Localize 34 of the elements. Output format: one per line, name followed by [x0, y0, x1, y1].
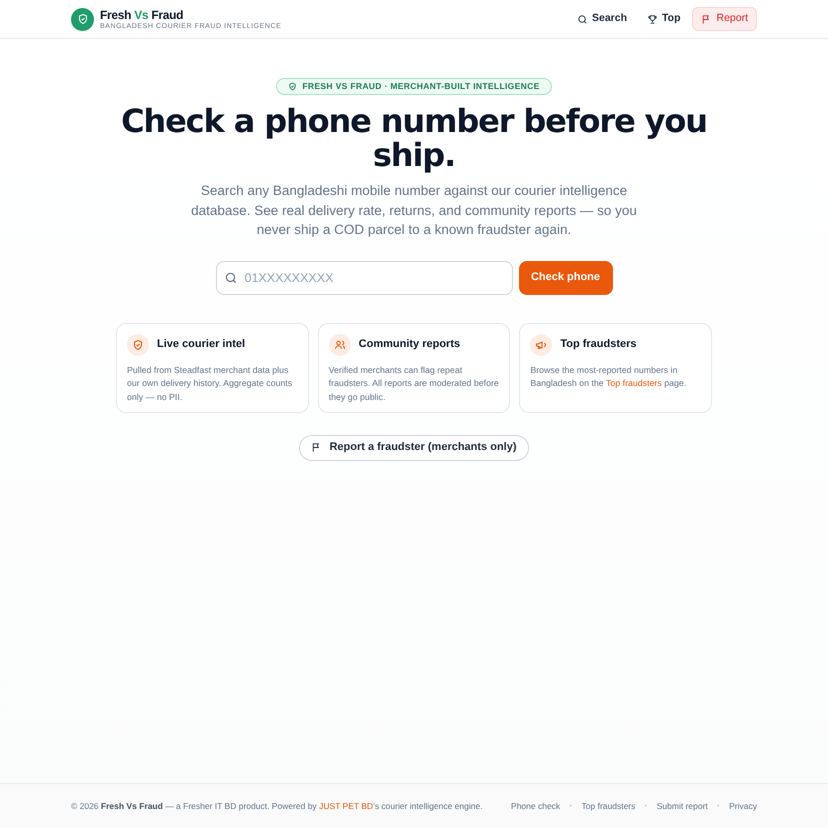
- card-description: Pulled from Steadfast merchant data plus our own delivery history. Aggregate counts only — no PII.: [127, 364, 294, 404]
- hero-subtitle: Search any Bangladeshi mobile number against our courier intelligence database. See real delivery rate, returns, and community reports — so you never ship a COD parcel to a known fraudster again.: [190, 182, 638, 239]
- hero-title: Check a phone number before you ship.: [120, 104, 708, 172]
- footer-link[interactable]: Phone check: [511, 800, 560, 812]
- people-icon: [328, 334, 351, 356]
- brand-name: Fresh Vs Fraud: [100, 8, 184, 20]
- search-icon: [224, 270, 238, 284]
- card-title: Top fraudsters: [560, 337, 637, 352]
- search-icon: [576, 14, 588, 24]
- copyright-text: © 2026 Fresh Vs Fraud — a Fresher IT BD product. Powered by JUST PET BD’s courier intelligence engine.: [71, 800, 483, 812]
- powered-by-link[interactable]: JUST PET BD: [319, 800, 374, 811]
- shield-logo-icon: [71, 8, 94, 30]
- trophy-icon: [647, 14, 658, 24]
- card-title: Live courier intel: [157, 337, 246, 352]
- separator-dot: ·: [644, 800, 648, 814]
- phone-search-field[interactable]: 01XXXXXXXXX: [216, 260, 512, 294]
- report-fraudster-button[interactable]: Report a fraudster (merchants only): [299, 434, 529, 460]
- footer-link[interactable]: Privacy: [729, 800, 757, 812]
- card-title: Community reports: [358, 337, 460, 352]
- footer-link[interactable]: Top fraudsters: [582, 800, 636, 812]
- top-fraudsters-link[interactable]: Top fraudsters: [606, 378, 662, 388]
- top-link[interactable]: Top: [639, 7, 688, 31]
- megaphone-icon: [530, 334, 552, 356]
- separator-dot: ·: [569, 800, 573, 814]
- card-description: Browse the most-reported numbers in Bangladesh on the Top fraudsters page.: [530, 364, 688, 390]
- shield-icon: [127, 334, 149, 356]
- separator-dot: ·: [716, 800, 720, 814]
- shield-icon: [288, 82, 298, 91]
- report-link[interactable]: Report: [692, 7, 757, 31]
- check-phone-button[interactable]: Check phone: [518, 260, 612, 294]
- footer-link[interactable]: Submit report: [656, 800, 708, 812]
- search-link[interactable]: Search: [568, 7, 636, 31]
- card-description: Verified merchants can flag repeat fraudsters. All reports are moderated before they go public.: [328, 364, 500, 404]
- tagline-badge: FRESH VS FRAUD · MERCHANT-BUILT INTELLIGENCE: [276, 78, 552, 95]
